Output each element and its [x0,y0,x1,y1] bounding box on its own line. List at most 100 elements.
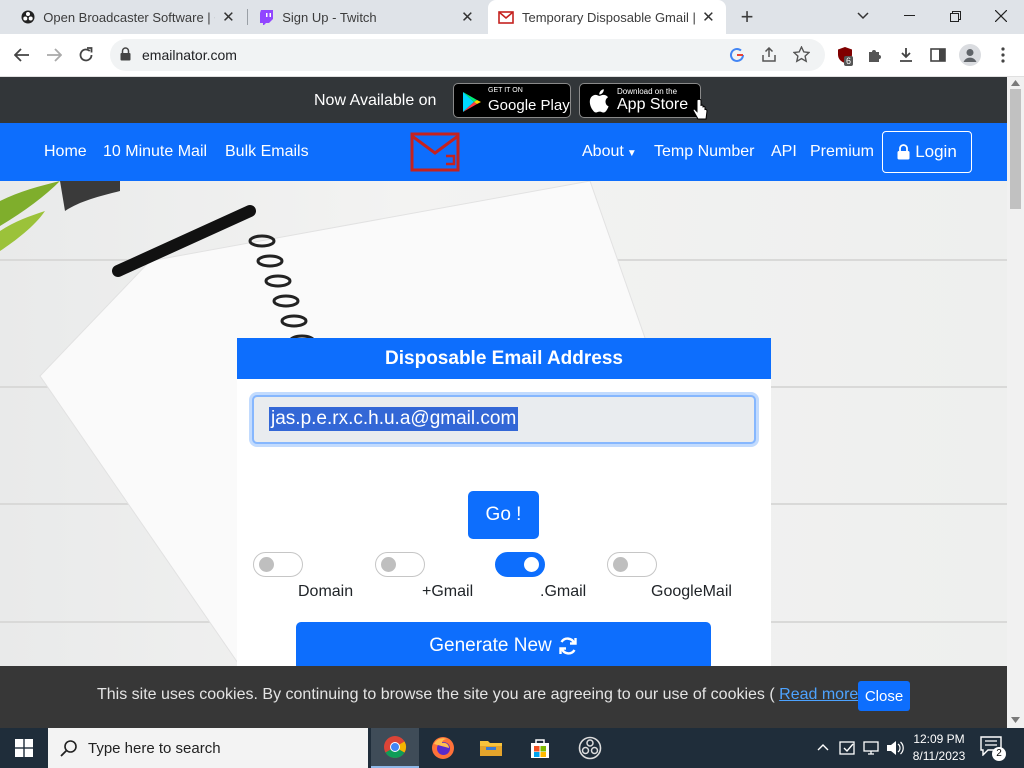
cookie-text-before: This site uses cookies. By continuing to… [97,686,775,703]
go-button[interactable]: Go ! [468,491,539,539]
close-window-button[interactable] [978,0,1024,32]
tray-volume-icon[interactable] [886,740,904,756]
notification-center-button[interactable]: 2 [980,736,1006,761]
tab-title: Open Broadcaster Software | OBS [43,9,215,25]
toggle-plus-gmail[interactable] [375,552,425,577]
tab-obs[interactable]: Open Broadcaster Software | OBS ✕ [10,0,246,34]
tab-divider [247,9,248,25]
toggle-dot-gmail[interactable] [495,552,545,577]
tab-emailnator[interactable]: Temporary Disposable Gmail | Te ✕ [488,0,726,34]
google-play-button[interactable]: GET IT ON Google Play [453,83,571,118]
search-placeholder: Type here to search [88,739,221,757]
generate-new-label: Generate New [429,635,552,656]
notification-count: 2 [992,747,1006,761]
generate-new-button[interactable]: Generate New [296,622,711,666]
forward-button[interactable] [40,41,68,69]
email-address-field[interactable]: jas.p.e.rx.c.h.u.a@gmail.com [252,395,756,444]
url-text: emailnator.com [142,47,237,63]
browser-tab-strip: Open Broadcaster Software | OBS ✕ Sign U… [0,0,1024,34]
toggle-domain[interactable] [253,552,303,577]
site-logo-icon[interactable] [410,132,460,172]
cookie-close-button[interactable]: Close [858,681,910,711]
store-icon [531,739,549,758]
windows-logo-icon [15,739,33,757]
extensions-puzzle-icon[interactable] [862,42,888,68]
app-download-banner: Now Available on GET IT ON Google Play D… [0,77,1007,123]
start-button[interactable] [0,728,48,768]
tab-search-chevron-icon[interactable] [840,0,886,32]
google-lens-icon[interactable] [729,47,745,68]
login-button[interactable]: Login [882,131,972,173]
scrollbar-thumb[interactable] [1010,89,1021,209]
new-tab-button[interactable]: + [732,0,762,34]
back-button[interactable] [8,41,36,69]
obs-icon [20,9,35,25]
site-navbar: Home 10 Minute Mail Bulk Emails About ▼ T… [0,123,1007,181]
clock-time: 12:09 PM [913,732,965,746]
toggle-label-googlemail: GoogleMail [651,583,732,600]
email-address-value: jas.p.e.rx.c.h.u.a@gmail.com [269,407,519,431]
nav-premium[interactable]: Premium [810,143,874,161]
firefox-icon [432,737,454,759]
side-panel-icon[interactable] [925,42,951,68]
address-bar[interactable]: emailnator.com [110,39,825,71]
taskbar-search-box[interactable]: Type here to search [48,728,368,768]
emailnator-favicon-icon [498,9,514,25]
nav-temp-number[interactable]: Temp Number [654,143,754,161]
app-store-label: App Store [617,96,689,113]
cookie-banner: This site uses cookies. By continuing to… [0,666,1007,728]
vertical-scrollbar[interactable] [1007,77,1024,728]
toggle-googlemail[interactable] [607,552,657,577]
toggle-knob [259,557,274,572]
card-title: Disposable Email Address [237,338,771,379]
tray-chevron-up-icon[interactable] [817,743,829,751]
reload-button[interactable] [72,41,100,69]
restore-button[interactable] [932,0,978,32]
nav-bulk-emails[interactable]: Bulk Emails [225,143,309,161]
nav-home[interactable]: Home [44,143,87,161]
toggle-knob [613,557,628,572]
tab-twitch[interactable]: Sign Up - Twitch ✕ [249,0,485,34]
browser-menu-icon[interactable] [990,42,1016,68]
app-store-button[interactable]: Download on the App Store [579,83,701,118]
cookie-message: This site uses cookies. By continuing to… [97,686,864,704]
toggle-label-plus-gmail: +Gmail [422,583,474,600]
windows-taskbar: Type here to search 12:09 PM 8/11/2023 2 [0,728,1024,768]
lock-icon[interactable] [120,47,131,66]
scroll-down-icon[interactable] [1011,717,1020,723]
taskbar-clock[interactable]: 12:09 PM 8/11/2023 [905,731,973,765]
close-tab-icon[interactable]: ✕ [701,9,716,26]
close-tab-icon[interactable]: ✕ [221,9,236,26]
read-more-link[interactable]: Read more [779,686,858,703]
download-icon[interactable] [893,42,919,68]
hero-section: Disposable Email Address jas.p.e.rx.c.h.… [0,181,1007,666]
tray-security-icon[interactable] [839,739,857,757]
taskbar-firefox[interactable] [419,728,467,768]
tray-network-icon[interactable] [863,740,881,756]
nav-api[interactable]: API [771,143,797,161]
chrome-icon [384,736,406,758]
minimize-button[interactable] [886,0,932,32]
close-tab-icon[interactable]: ✕ [460,9,475,26]
app-store-small: Download on the [617,87,678,96]
nav-10-minute-mail[interactable]: 10 Minute Mail [103,143,207,161]
nav-about-label: About [582,143,624,160]
nav-about[interactable]: About ▼ [582,143,637,161]
caret-down-icon: ▼ [626,148,637,159]
google-play-icon [463,92,481,112]
taskbar-microsoft-store[interactable] [516,728,564,768]
ublock-extension-icon[interactable]: 6 [832,42,858,68]
profile-avatar-icon[interactable] [957,42,983,68]
share-icon[interactable] [761,46,777,68]
scroll-up-icon[interactable] [1011,80,1020,86]
refresh-icon [559,637,577,655]
google-play-label: Google Play [488,97,570,114]
taskbar-obs[interactable] [566,728,614,768]
google-play-small: GET IT ON [488,87,523,94]
taskbar-file-explorer[interactable] [467,728,515,768]
mouse-cursor-icon [692,99,708,120]
taskbar-chrome[interactable] [371,728,419,768]
bookmark-star-icon[interactable] [792,45,811,68]
search-icon [60,740,77,757]
toggle-label-dot-gmail: .Gmail [540,583,587,600]
